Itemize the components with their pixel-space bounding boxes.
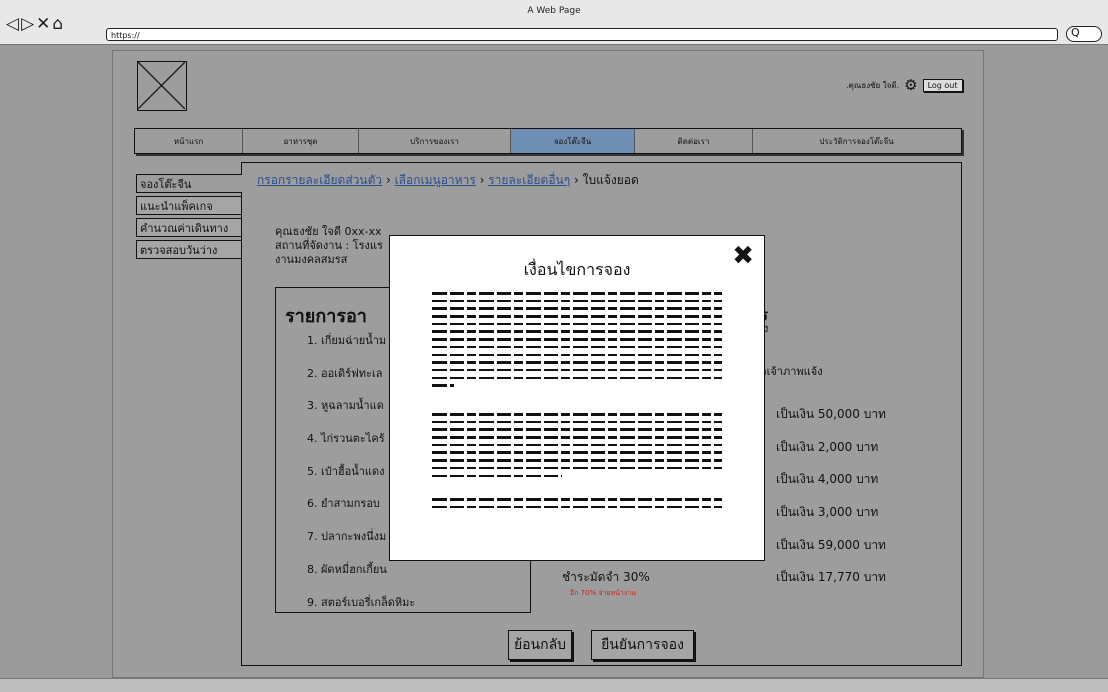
price-item: เป็นเงิน 59,000 บาท (776, 537, 886, 552)
order-item: 8. ผัดหมี่ฮกเกี้ยน (307, 562, 387, 576)
window-title: A Web Page (527, 6, 581, 16)
tab-contact[interactable]: ติดต่อเรา (635, 129, 753, 153)
customer-info-line: คุณธงชัย ใจดี 0xx-xx (275, 225, 382, 238)
search-icon: Q (1071, 26, 1080, 39)
price-item: เป็นเงิน 50,000 บาท (776, 407, 886, 421)
breadcrumb-current: ใบแจ้งยอด (582, 173, 639, 187)
terms-paragraph-1 (432, 292, 722, 392)
browser-search-button[interactable]: Q (1066, 26, 1102, 42)
host-note-fragment: อเจ้าภาพแจ้ง (760, 365, 823, 378)
breadcrumb-step-personal[interactable]: กรอกรายละเอียดส่วนตัว (257, 173, 382, 187)
price-item: เป็นเงิน 3,000 บาท (776, 505, 879, 520)
close-icon[interactable]: ✖ (732, 242, 754, 270)
price-item: เป็นเงิน 17,770 บาท (776, 570, 886, 585)
tab-booking-history[interactable]: ประวัติการจองโต๊ะจีน (753, 129, 960, 153)
customer-info: คุณธงชัย ใจดี 0xx-xx สถานที่จัดงาน : โรง… (275, 225, 383, 267)
url-bar[interactable]: https:// (106, 28, 1058, 41)
browser-nav-icons[interactable]: ◁▷✕⌂ (6, 14, 65, 34)
tab-home[interactable]: หน้าแรก (135, 129, 243, 153)
status-bar (0, 678, 1108, 692)
user-area: .คุณธงชัย ใจดี. ⚙ Log out (846, 78, 963, 93)
terms-paragraph-2 (432, 413, 722, 482)
breadcrumb-sep: › (570, 173, 583, 187)
price-list: เป็นเงิน 50,000 บาท เป็นเงิน 2,000 บาท เ… (776, 403, 886, 599)
deposit-label: ชำระมัดจำ 30% (562, 570, 650, 584)
terms-modal: เงื่อนไขการจอง ✖ (389, 235, 765, 561)
back-button[interactable]: ย้อนกลับ (508, 630, 572, 660)
event-type-line: งานมงคลสมรส (275, 253, 348, 266)
terms-paragraph-3 (432, 498, 722, 513)
breadcrumb-sep: › (475, 173, 489, 187)
user-name: .คุณธงชัย ใจดี. (846, 81, 900, 90)
breadcrumb-step-menu[interactable]: เลือกเมนูอาหาร (395, 173, 476, 187)
deposit-note: อีก 70% จ่ายหน้างาน (570, 589, 637, 597)
breadcrumb: กรอกรายละเอียดส่วนตัว › เลือกเมนูอาหาร ›… (257, 171, 639, 190)
tab-set-menu[interactable]: อาหารชุด (243, 129, 359, 153)
order-title: รายการอา (285, 306, 367, 327)
logout-button[interactable]: Log out (922, 79, 963, 92)
side-item-travel-cost[interactable]: คำนวณค่าเดินทาง (136, 218, 242, 237)
price-item: เป็นเงิน 2,000 บาท (776, 439, 879, 454)
side-menu: จองโต๊ะจีน แนะนำแพ็คเกจ คำนวณค่าเดินทาง … (136, 174, 242, 262)
modal-title: เงื่อนไขการจอง (523, 260, 631, 279)
tab-services[interactable]: บริการของเรา (359, 129, 511, 153)
side-item-book-table[interactable]: จองโต๊ะจีน (136, 174, 242, 193)
order-item: 9. สตอร์เบอรี่เกล็ดหิมะ (307, 595, 416, 609)
breadcrumb-step-other[interactable]: รายละเอียดอื่นๆ (488, 173, 570, 187)
logo-placeholder (137, 61, 187, 111)
confirm-booking-button[interactable]: ยืนยันการจอง (591, 630, 694, 660)
gear-icon[interactable]: ⚙ (904, 78, 917, 93)
price-item: เป็นเงิน 4,000 บาท (776, 472, 879, 487)
side-item-check-availability[interactable]: ตรวจสอบวันว่าง (136, 240, 242, 259)
breadcrumb-sep: › (382, 173, 395, 187)
tab-book-table[interactable]: จองโต๊ะจีน (511, 129, 635, 153)
side-item-packages[interactable]: แนะนำแพ็คเกจ (136, 196, 242, 215)
venue-info-line: สถานที่จัดงาน : โรงแร (275, 239, 383, 252)
browser-toolbar: A Web Page ◁▷✕⌂ https:// Q (0, 0, 1108, 45)
main-nav: หน้าแรก อาหารชุด บริการของเรา จองโต๊ะจีน… (134, 128, 962, 154)
